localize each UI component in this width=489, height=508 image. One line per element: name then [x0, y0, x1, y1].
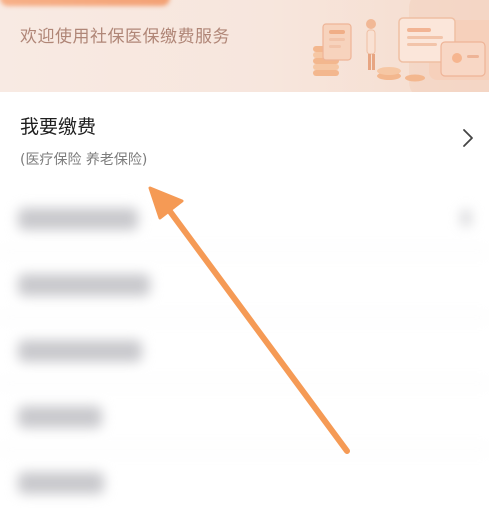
welcome-text: 欢迎使用社保医保缴费服务 [20, 27, 230, 47]
blurred-list [0, 186, 489, 508]
pay-item[interactable]: 我要缴费 (医疗保险 养老保险) [0, 92, 489, 186]
blurred-row [0, 252, 489, 318]
page: 欢迎使用社保医保缴费服务 我要缴费 (医疗保险 养老保险) [0, 0, 489, 508]
pay-subtitle: (医疗保险 养老保险) [20, 152, 148, 168]
blurred-text [18, 208, 138, 230]
blurred-text [18, 340, 142, 362]
blurred-text [18, 274, 150, 296]
chevron-right-icon [463, 129, 473, 147]
blurred-row [0, 384, 489, 450]
banner-top-tab [0, 0, 170, 6]
blurred-row [0, 450, 489, 508]
banner-illustration-icon [313, 0, 489, 92]
header-banner: 欢迎使用社保医保缴费服务 [0, 0, 489, 92]
blurred-text [18, 472, 104, 494]
blurred-chevron-icon [461, 210, 471, 226]
service-list: 我要缴费 (医疗保险 养老保险) [0, 92, 489, 508]
pay-title: 我要缴费 [20, 116, 97, 138]
blurred-row [0, 318, 489, 384]
blurred-text [18, 406, 102, 428]
blurred-row [0, 186, 489, 252]
